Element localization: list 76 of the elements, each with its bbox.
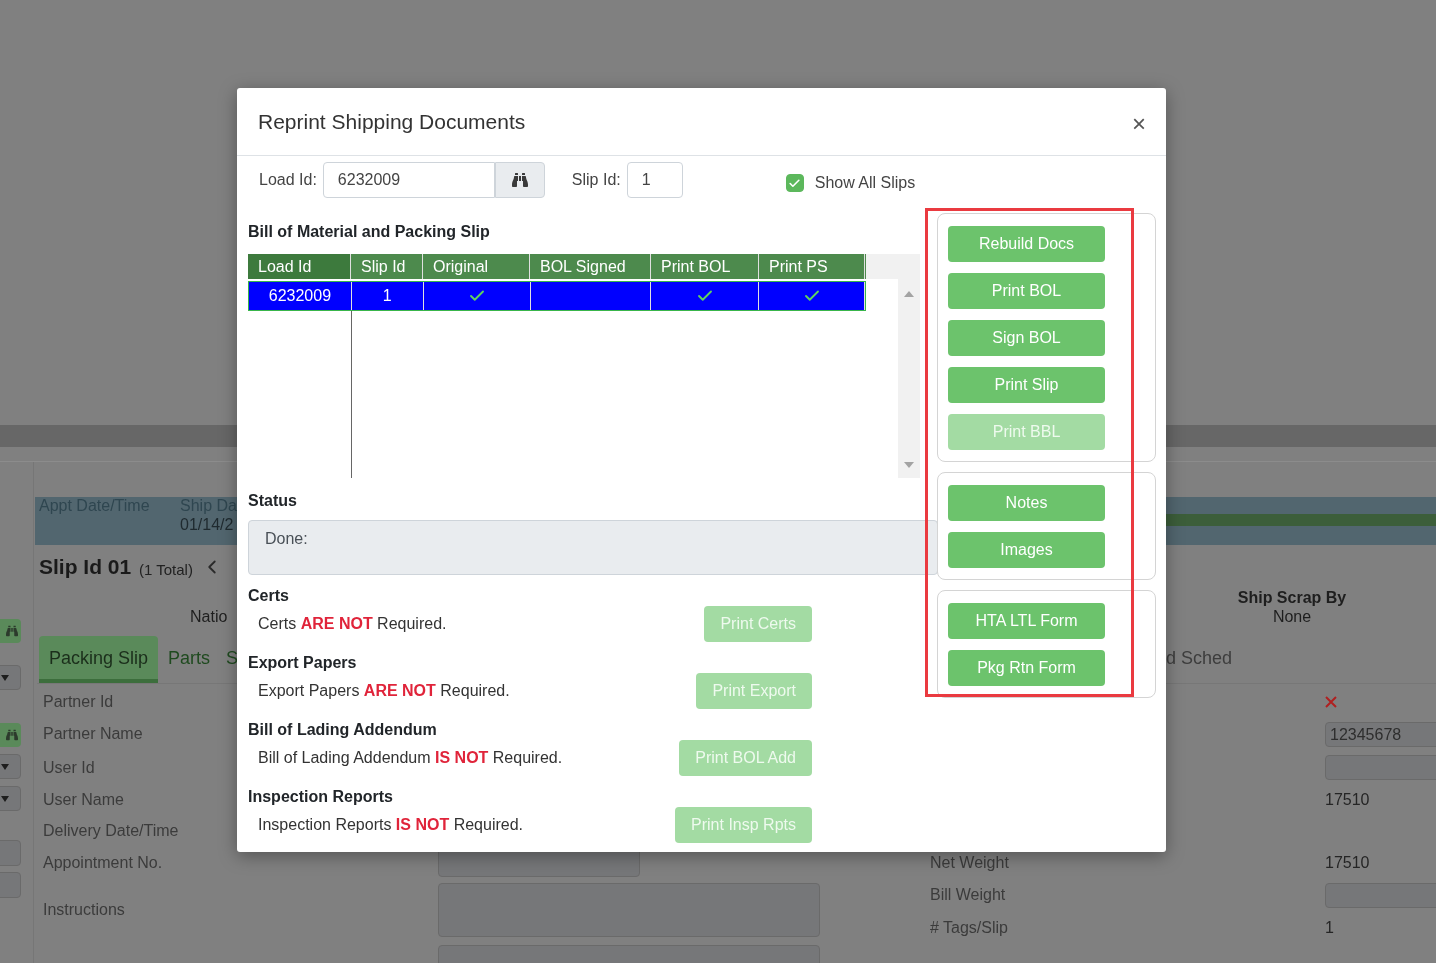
column-header[interactable]: Load Id bbox=[248, 254, 351, 279]
field-value: None bbox=[1272, 608, 1312, 626]
table-header-filler bbox=[866, 254, 898, 279]
tab[interactable]: Packing Slip bbox=[39, 636, 159, 683]
section-title: Bill of Material and Packing Slip bbox=[248, 222, 491, 242]
field-value: 1 bbox=[1325, 918, 1334, 938]
section-title: Certs bbox=[248, 586, 290, 606]
column-header[interactable]: Print BOL bbox=[651, 254, 759, 279]
dropdown[interactable] bbox=[0, 754, 21, 779]
action-button[interactable]: Sign BOL bbox=[948, 320, 1105, 356]
search-button[interactable] bbox=[494, 162, 545, 198]
status-box: Done: bbox=[248, 520, 938, 575]
checkbox[interactable] bbox=[785, 174, 804, 192]
field-label: Partner Name bbox=[43, 724, 143, 744]
ship-date: 01/14/2 bbox=[180, 515, 234, 535]
field-label: Partner Id bbox=[43, 692, 114, 712]
action-button[interactable]: Print BOL bbox=[948, 273, 1105, 309]
requirement-text: Inspection Reports IS NOT Required. bbox=[258, 815, 524, 835]
binoculars-button[interactable] bbox=[0, 619, 21, 643]
section-title: Inspection Reports bbox=[248, 787, 394, 807]
field-label: Bill Weight bbox=[930, 885, 1006, 905]
input-field[interactable]: 12345678 bbox=[1325, 722, 1436, 747]
field-label: User Id bbox=[43, 758, 95, 778]
field-value: 17510 bbox=[1325, 790, 1370, 810]
error-icon bbox=[1325, 696, 1337, 708]
caret-down-icon bbox=[1, 763, 9, 770]
binoculars-icon bbox=[6, 729, 18, 741]
action-button[interactable]: HTA LTL Form bbox=[948, 603, 1105, 639]
slip-id-field[interactable]: 1 bbox=[626, 162, 683, 198]
checkbox-label[interactable]: Show All Slips bbox=[814, 173, 916, 193]
slip-total: (1 Total) bbox=[139, 560, 193, 580]
field-label: Instructions bbox=[43, 900, 125, 920]
column-header[interactable]: BOL Signed bbox=[530, 254, 651, 279]
field-label: Delivery Date/Time bbox=[43, 821, 179, 841]
tab[interactable]: Parts bbox=[162, 636, 217, 683]
binoculars-icon bbox=[6, 625, 18, 637]
action-button[interactable]: Print Slip bbox=[948, 367, 1105, 403]
column-header[interactable]: Original bbox=[423, 254, 530, 279]
table-cell: 1 bbox=[351, 282, 424, 310]
dialog-title: Reprint Shipping Documents bbox=[258, 108, 526, 135]
section-title: Export Papers bbox=[248, 653, 358, 673]
action-button[interactable]: Notes bbox=[948, 485, 1105, 521]
requirement-text: Bill of Lading Addendum IS NOT Required. bbox=[258, 748, 563, 768]
field-label: User Name bbox=[43, 790, 124, 810]
field-label: Ship Scrap By bbox=[1237, 588, 1347, 608]
section-title: Bill of Lading Addendum bbox=[248, 720, 438, 740]
tab[interactable]: d Sched bbox=[1166, 646, 1233, 670]
field-label: Appointment No. bbox=[43, 853, 163, 873]
caret-down-icon bbox=[1, 674, 9, 681]
close-button[interactable]: × bbox=[1132, 111, 1146, 136]
slip-title: Slip Id 01 bbox=[39, 555, 132, 579]
scroll-up-icon[interactable] bbox=[904, 291, 914, 297]
scrollbar[interactable] bbox=[898, 254, 920, 478]
section-title: Status bbox=[248, 491, 298, 511]
table-cell: 6232009 bbox=[249, 282, 352, 310]
requirement-text: Certs ARE NOT Required. bbox=[258, 614, 447, 634]
field-label: Load Id: bbox=[259, 170, 317, 190]
field-label: Slip Id: bbox=[571, 170, 621, 190]
binoculars-icon bbox=[511, 172, 528, 188]
action-button[interactable]: Images bbox=[948, 532, 1105, 568]
binoculars-button[interactable] bbox=[0, 723, 21, 747]
action-button[interactable]: Rebuild Docs bbox=[948, 226, 1105, 262]
table-row[interactable]: 6232009 1 bbox=[248, 281, 866, 311]
column-header[interactable]: Print PS bbox=[759, 254, 865, 279]
check-icon bbox=[788, 176, 802, 190]
field-label: # Tags/Slip bbox=[930, 918, 1008, 938]
load-id-field[interactable]: 6232009 bbox=[322, 162, 495, 198]
caret-down-icon bbox=[1, 795, 9, 802]
label: Natio bbox=[190, 607, 228, 627]
requirement-text: Export Papers ARE NOT Required. bbox=[258, 681, 510, 701]
column-header[interactable]: Slip Id bbox=[351, 254, 423, 279]
field-label: Net Weight bbox=[930, 853, 1009, 873]
dropdown[interactable] bbox=[0, 665, 21, 690]
field-value: 17510 bbox=[1325, 853, 1370, 873]
dropdown[interactable] bbox=[0, 786, 21, 811]
action-button[interactable]: Pkg Rtn Form bbox=[948, 650, 1105, 686]
